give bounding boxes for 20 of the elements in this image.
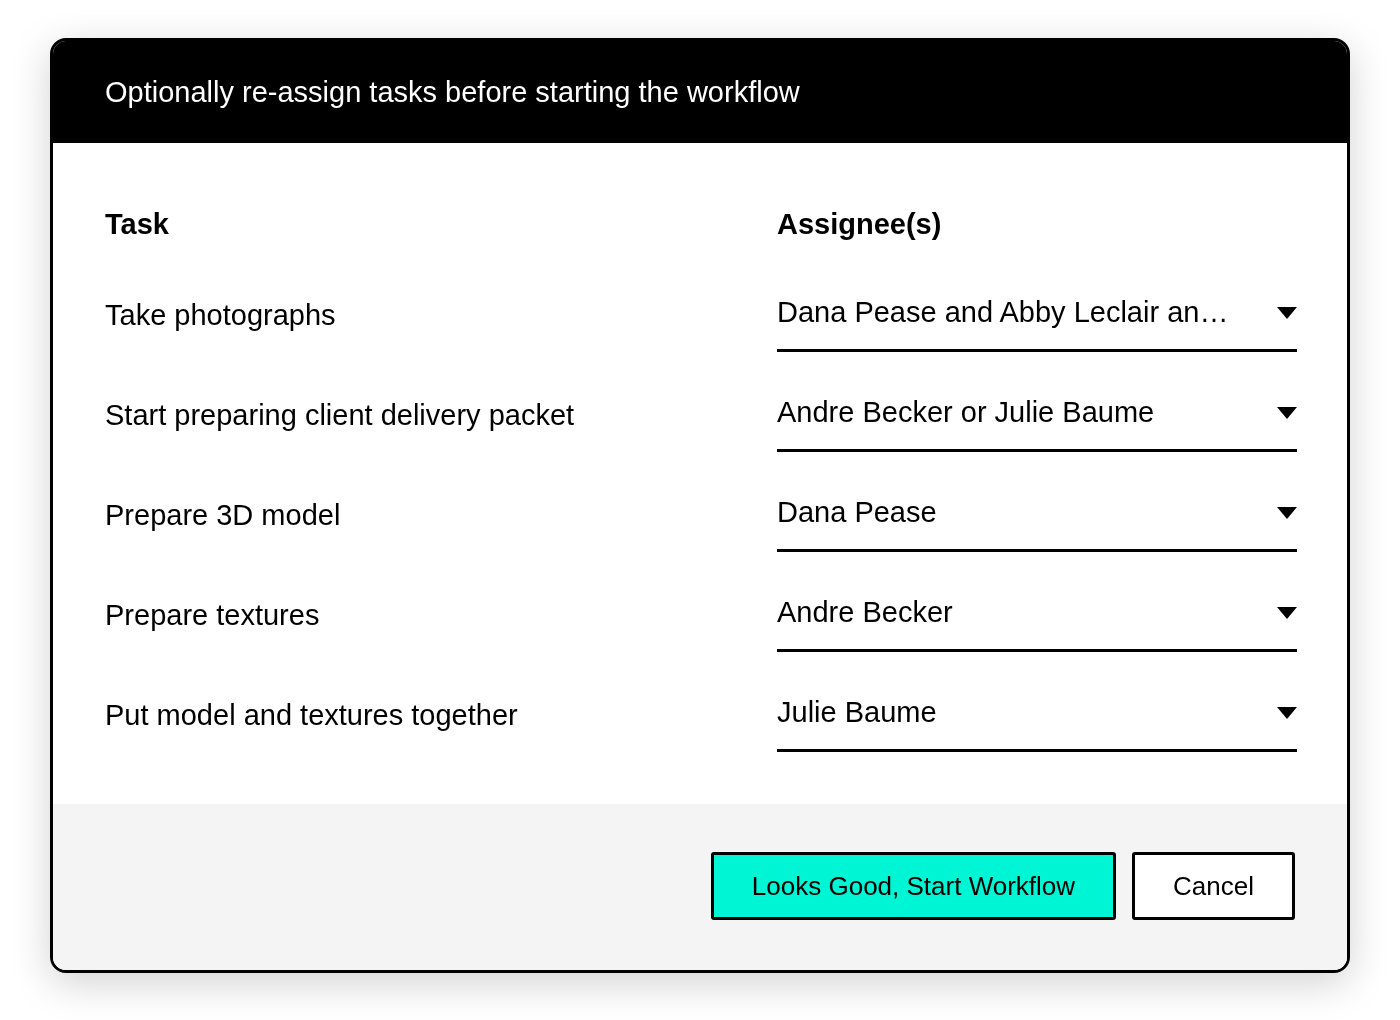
caret-icon (1277, 706, 1297, 719)
task-name: Prepare textures (105, 597, 320, 633)
caret-icon (1277, 606, 1297, 619)
task-name: Take photographs (105, 297, 336, 333)
caret-icon (1277, 506, 1297, 519)
assignee-dropdown[interactable]: Andre Becker (777, 580, 1297, 653)
column-header: Assignee(s) (777, 207, 942, 240)
task-name: Put model and textures together (105, 697, 518, 733)
start-workflow-button[interactable]: Looks Good, Start Workflow (710, 852, 1117, 921)
dialog-title: Optionally re-assign tasks before starting the workflow (105, 76, 800, 108)
task-name: Start preparing client delivery packet (105, 397, 575, 433)
caret-icon (1277, 306, 1297, 319)
assignee-dropdown[interactable]: Dana Pease (777, 480, 1297, 553)
assignee-dropdown[interactable]: Julie Baume (777, 680, 1297, 753)
caret-icon (1277, 406, 1297, 419)
column-header: Task (105, 207, 169, 240)
task-name: Prepare 3D model (105, 497, 341, 533)
cancel-button[interactable]: Cancel (1132, 852, 1295, 921)
assignee-dropdown[interactable]: Dana Pease and Abby Leclair an… (777, 280, 1297, 353)
assignee-dropdown[interactable]: Andre Becker or Julie Baume (777, 380, 1297, 453)
